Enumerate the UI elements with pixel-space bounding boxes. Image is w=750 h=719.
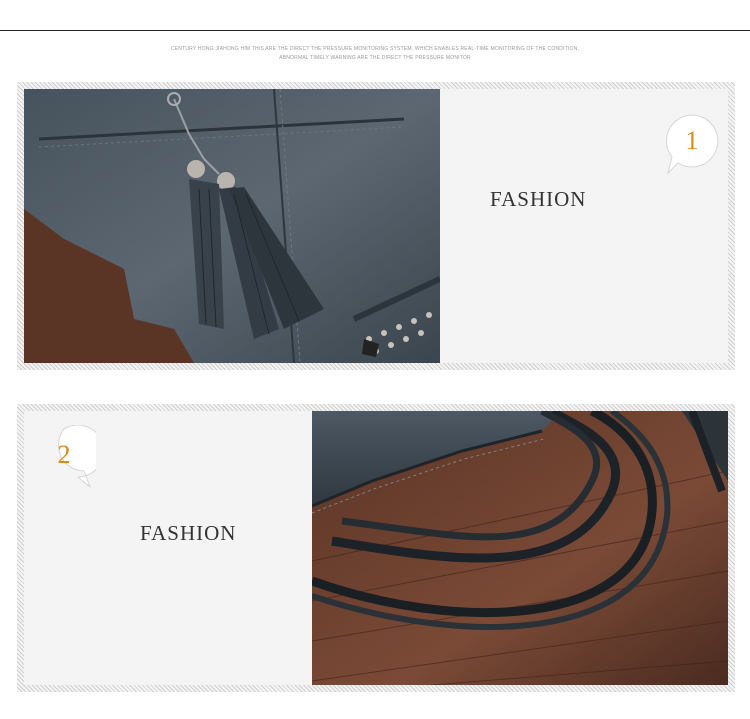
bag-tassel-photo [24, 89, 440, 363]
number-badge-1: 1 [664, 113, 720, 175]
feature-panel-1: 1 FASHION [17, 82, 735, 370]
feature-panel-2: 2 FASHION [17, 404, 735, 692]
number-badge-2: 2 [36, 425, 96, 489]
tagline-text: Century Hong Jiahong him this are the di… [170, 46, 580, 61]
bag-handle-photo [312, 411, 728, 685]
top-divider [0, 30, 750, 31]
section-1-label: FASHION [490, 187, 587, 211]
section-2-label: FASHION [140, 521, 237, 545]
